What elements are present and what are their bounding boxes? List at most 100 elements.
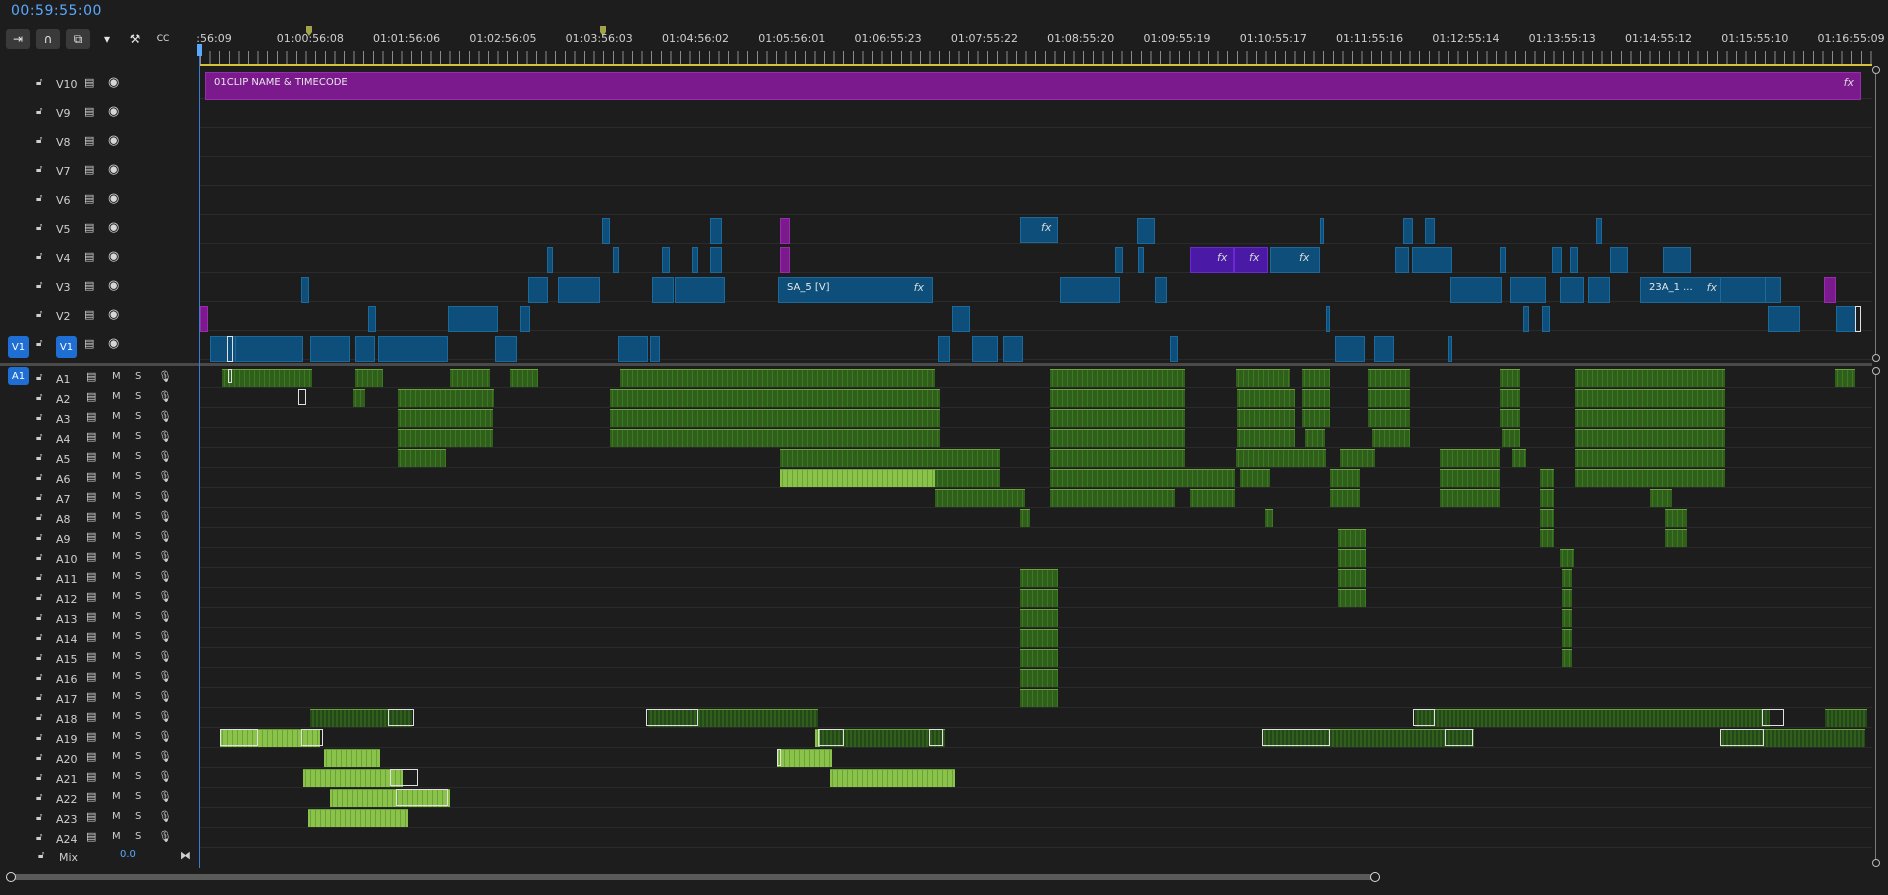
audio-lane[interactable] xyxy=(200,748,1872,768)
video-track-header[interactable]: 🔓︎ V10 ▤ ◉ xyxy=(0,70,198,98)
sync-lock-icon[interactable]: ▤ xyxy=(86,730,96,743)
audio-clip[interactable] xyxy=(1020,629,1058,647)
video-clip[interactable] xyxy=(1510,277,1546,303)
lock-icon[interactable]: 🔓︎ xyxy=(36,712,42,723)
video-clip[interactable] xyxy=(1425,218,1435,244)
audio-clip[interactable] xyxy=(1415,709,1770,727)
lock-icon[interactable]: 🔓︎ xyxy=(36,572,42,583)
audio-track-header[interactable]: 🔓︎ A5 ▤ M S 🎙︎ xyxy=(0,448,198,468)
microphone-icon[interactable]: 🎙︎ xyxy=(158,490,172,503)
lock-icon[interactable]: 🔓︎ xyxy=(36,280,42,291)
microphone-icon[interactable]: 🎙︎ xyxy=(158,730,172,743)
lock-icon[interactable]: 🔓︎ xyxy=(36,432,42,443)
microphone-icon[interactable]: 🎙︎ xyxy=(158,830,172,843)
video-clip[interactable] xyxy=(1768,306,1800,332)
eye-icon[interactable]: ◉ xyxy=(108,307,119,322)
lock-icon[interactable]: 🔓︎ xyxy=(36,338,42,349)
lock-icon[interactable]: 🔓︎ xyxy=(36,412,42,423)
audio-clip[interactable] xyxy=(1020,609,1058,627)
audio-vertical-scrollbar[interactable] xyxy=(1872,367,1880,867)
solo-button[interactable]: S xyxy=(135,651,141,662)
mute-button[interactable]: M xyxy=(112,751,121,762)
lock-icon[interactable]: 🔓︎ xyxy=(36,193,42,204)
video-clip[interactable] xyxy=(692,247,698,273)
microphone-icon[interactable]: 🎙︎ xyxy=(158,790,172,803)
microphone-icon[interactable]: 🎙︎ xyxy=(158,450,172,463)
clip-selection[interactable] xyxy=(1855,306,1861,332)
audio-clip[interactable] xyxy=(780,449,935,467)
audio-clip[interactable] xyxy=(1237,409,1295,427)
mute-button[interactable]: M xyxy=(112,391,121,402)
solo-button[interactable]: S xyxy=(135,791,141,802)
audio-track-header[interactable]: 🔓︎ A22 ▤ M S 🎙︎ xyxy=(0,788,198,808)
audio-clip[interactable] xyxy=(353,389,365,407)
lock-icon[interactable]: 🔓︎ xyxy=(36,106,42,117)
audio-clip[interactable] xyxy=(1020,589,1058,607)
audio-clip[interactable] xyxy=(1562,609,1572,627)
video-track-header[interactable]: 🔓︎ V8 ▤ ◉ xyxy=(0,128,198,156)
solo-button[interactable]: S xyxy=(135,691,141,702)
audio-clip[interactable] xyxy=(1020,509,1030,527)
video-track-header[interactable]: 🔓︎ V9 ▤ ◉ xyxy=(0,99,198,127)
work-area-bar[interactable] xyxy=(200,64,1872,66)
mute-button[interactable]: M xyxy=(112,771,121,782)
video-track-header[interactable]: 🔓︎ V5 ▤ ◉ xyxy=(0,215,198,243)
lock-icon[interactable]: 🔓︎ xyxy=(36,772,42,783)
solo-button[interactable]: S xyxy=(135,391,141,402)
microphone-icon[interactable]: 🎙︎ xyxy=(158,410,172,423)
video-clip[interactable]: fx xyxy=(1234,247,1268,273)
audio-clip[interactable] xyxy=(398,389,493,407)
sync-lock-icon[interactable]: ▤ xyxy=(86,650,96,663)
video-clip[interactable] xyxy=(1320,218,1324,244)
lock-icon[interactable]: 🔓︎ xyxy=(36,592,42,603)
zoom-handle-left[interactable] xyxy=(6,872,16,882)
solo-button[interactable]: S xyxy=(135,671,141,682)
audio-clip[interactable] xyxy=(308,809,408,827)
video-clip[interactable] xyxy=(710,247,722,273)
audio-clip[interactable] xyxy=(355,369,383,387)
clip-selection[interactable] xyxy=(298,389,306,405)
captions-icon[interactable]: CC xyxy=(152,29,174,49)
sync-lock-icon[interactable]: ▤ xyxy=(86,750,96,763)
mute-button[interactable]: M xyxy=(112,551,121,562)
audio-track-header[interactable]: 🔓︎ A4 ▤ M S 🎙︎ xyxy=(0,428,198,448)
audio-track-header[interactable]: 🔓︎ A23 ▤ M S 🎙︎ xyxy=(0,808,198,828)
sync-lock-icon[interactable]: ▤ xyxy=(86,610,96,623)
video-clip[interactable] xyxy=(1403,218,1413,244)
mute-button[interactable]: M xyxy=(112,611,121,622)
sync-lock-icon[interactable]: ▤ xyxy=(84,337,94,350)
audio-lane[interactable] xyxy=(200,828,1872,848)
audio-clip[interactable] xyxy=(1502,429,1520,447)
lock-icon[interactable]: 🔓︎ xyxy=(36,164,42,175)
lock-icon[interactable]: 🔓︎ xyxy=(36,492,42,503)
clip-selection[interactable] xyxy=(1445,729,1473,746)
video-clip[interactable] xyxy=(652,277,674,303)
solo-button[interactable]: S xyxy=(135,591,141,602)
sync-lock-icon[interactable]: ▤ xyxy=(86,510,96,523)
sync-lock-icon[interactable]: ▤ xyxy=(86,570,96,583)
video-clip[interactable] xyxy=(1137,218,1155,244)
audio-clip[interactable] xyxy=(1302,409,1330,427)
audio-clip[interactable] xyxy=(398,449,446,467)
clip-selection[interactable] xyxy=(220,729,258,746)
microphone-icon[interactable]: 🎙︎ xyxy=(158,770,172,783)
solo-button[interactable]: S xyxy=(135,551,141,562)
audio-clip[interactable] xyxy=(1237,429,1295,447)
clip-selection[interactable] xyxy=(929,729,943,746)
audio-clip[interactable] xyxy=(1500,369,1520,387)
lock-icon[interactable]: 🔓︎ xyxy=(36,792,42,803)
lock-icon[interactable]: 🔓︎ xyxy=(36,472,42,483)
video-lane[interactable] xyxy=(200,331,1872,360)
eye-icon[interactable]: ◉ xyxy=(108,191,119,206)
lock-icon[interactable]: 🔓︎ xyxy=(36,812,42,823)
video-clip[interactable] xyxy=(1552,247,1562,273)
audio-clip[interactable] xyxy=(1575,369,1725,387)
solo-button[interactable]: S xyxy=(135,571,141,582)
eye-icon[interactable]: ◉ xyxy=(108,278,119,293)
zoom-bar[interactable] xyxy=(10,874,1375,880)
sync-lock-icon[interactable]: ▤ xyxy=(84,279,94,292)
sync-lock-icon[interactable]: ▤ xyxy=(86,630,96,643)
insert-icon[interactable]: ⇥ xyxy=(6,29,30,49)
audio-clip[interactable] xyxy=(324,749,380,767)
lock-icon[interactable]: 🔓︎ xyxy=(36,309,42,320)
